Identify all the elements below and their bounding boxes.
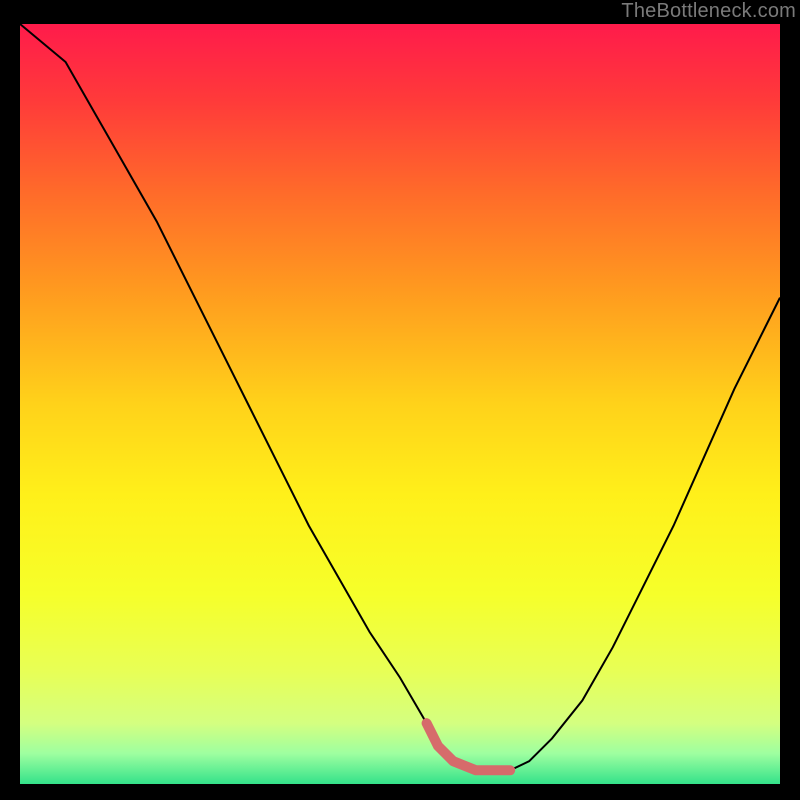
watermark-text: TheBottleneck.com: [621, 0, 796, 23]
chart-frame: [20, 24, 780, 784]
bottleneck-chart: [20, 24, 780, 784]
gradient-bg: [20, 24, 780, 784]
